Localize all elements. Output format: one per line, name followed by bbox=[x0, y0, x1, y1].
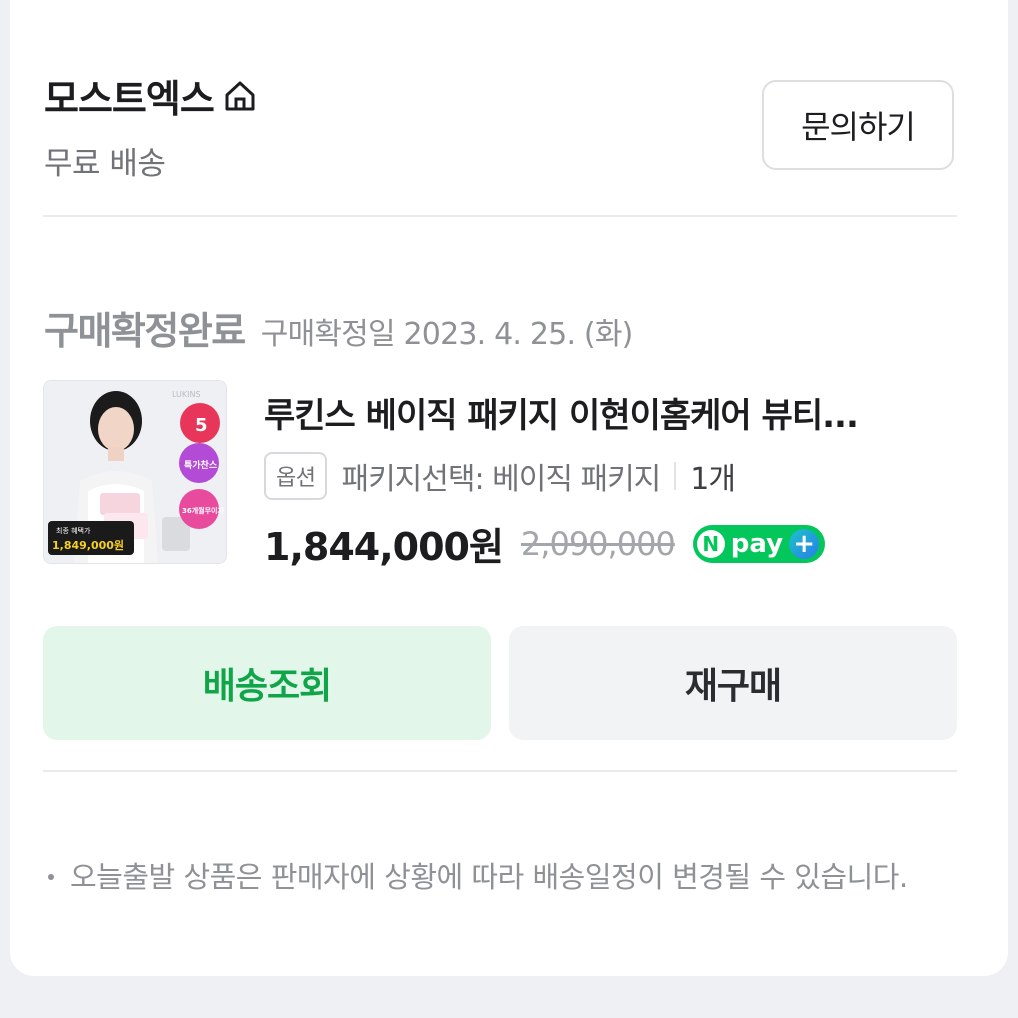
product-thumbnail[interactable]: LUKINS 5 특가찬스 36개월무이자 최종 혜택가 1,849,000원 bbox=[43, 380, 227, 564]
naver-n-icon: N bbox=[696, 529, 725, 558]
shipping-info: 무료 배송 bbox=[44, 146, 166, 182]
option-row: 옵션 패키지선택: 베이직 패키지 1개 bbox=[264, 452, 736, 500]
option-badge: 옵션 bbox=[264, 452, 328, 500]
home-icon[interactable] bbox=[222, 78, 258, 114]
notice-text: 오늘출발 상품은 판매자에 상황에 따라 배송일정이 변경될 수 있습니다. bbox=[70, 860, 908, 894]
order-status-line: 구매확정완료 구매확정일 2023. 4. 25. (화) bbox=[44, 300, 633, 355]
plus-icon: + bbox=[789, 528, 820, 559]
option-separator bbox=[674, 462, 677, 490]
bullet-icon bbox=[48, 874, 54, 880]
divider bbox=[43, 770, 957, 772]
inquiry-button[interactable]: 문의하기 bbox=[762, 80, 954, 170]
seller-header[interactable]: 모스트엑스 bbox=[44, 68, 258, 123]
npay-label: pay bbox=[730, 528, 784, 559]
sale-price: 1,844,000원 bbox=[264, 525, 504, 569]
thumb-price-caption: 최종 혜택가 bbox=[56, 526, 91, 535]
price-row: 1,844,000원 2,090,000 N pay + bbox=[264, 516, 826, 571]
option-text: 패키지선택: 베이직 패키지 bbox=[341, 462, 661, 497]
rebuy-button[interactable]: 재구매 bbox=[509, 626, 957, 740]
product-image: LUKINS 5 특가찬스 36개월무이자 최종 혜택가 1,849,000원 bbox=[44, 381, 226, 563]
thumb-badge-special: 특가찬스 bbox=[184, 459, 218, 471]
original-price: 2,090,000 bbox=[520, 524, 676, 563]
quantity: 1개 bbox=[690, 462, 736, 497]
thumb-final-price: 1,849,000원 bbox=[52, 538, 124, 552]
thumb-badge-months: 36개월무이자 bbox=[182, 506, 225, 515]
thumb-brand: LUKINS bbox=[172, 390, 201, 399]
npay-plus-badge: N pay + bbox=[692, 524, 826, 563]
delivery-notice: 오늘출발 상품은 판매자에 상황에 따라 배송일정이 변경될 수 있습니다. bbox=[44, 852, 944, 902]
track-shipping-button[interactable]: 배송조회 bbox=[43, 626, 491, 740]
order-status: 구매확정완료 bbox=[44, 309, 246, 353]
seller-name[interactable]: 모스트엑스 bbox=[44, 68, 215, 123]
product-name[interactable]: 루킨스 베이직 패키지 이현이홈케어 뷰티... bbox=[264, 388, 944, 437]
thumb-badge-number: 5 bbox=[195, 415, 208, 436]
confirm-date: 구매확정일 2023. 4. 25. (화) bbox=[260, 317, 634, 352]
divider bbox=[43, 215, 957, 217]
